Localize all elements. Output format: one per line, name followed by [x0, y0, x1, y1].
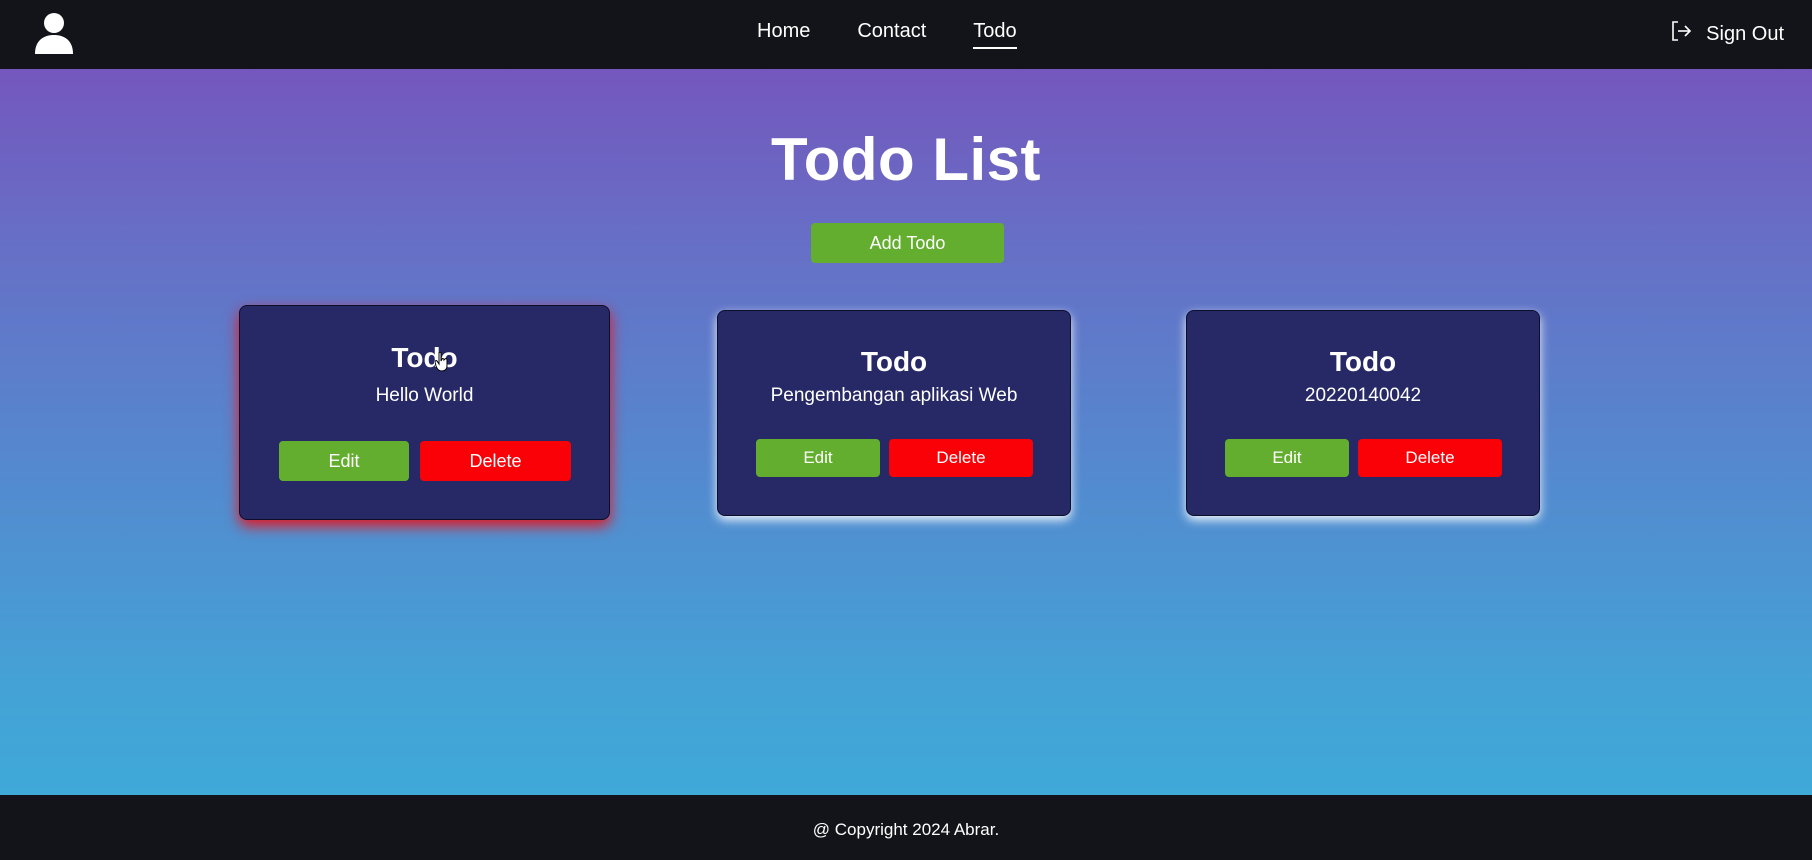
main-content: Todo List Add Todo Todo Hello World Edit…	[0, 69, 1812, 795]
nav-link-home[interactable]: Home	[757, 20, 810, 49]
edit-button[interactable]: Edit	[756, 439, 880, 477]
delete-button[interactable]: Delete	[1358, 439, 1502, 477]
sign-out-label: Sign Out	[1706, 22, 1784, 45]
add-todo-button[interactable]: Add Todo	[811, 223, 1004, 263]
copyright-text: @ Copyright 2024 Abrar.	[812, 820, 1000, 839]
edit-button[interactable]: Edit	[1225, 439, 1349, 477]
hand-cursor-icon	[435, 352, 448, 372]
page-title: Todo List	[771, 126, 1041, 193]
todo-card: Todo Hello World Edit Delete	[239, 305, 610, 520]
edit-button[interactable]: Edit	[279, 441, 409, 481]
todo-card: Todo Pengembangan aplikasi Web Edit Dele…	[717, 310, 1071, 516]
todo-card-title: Todo	[1329, 346, 1397, 377]
delete-button[interactable]: Delete	[420, 441, 571, 481]
nav-link-todo[interactable]: Todo	[973, 20, 1017, 49]
sign-out-button[interactable]: Sign Out	[1670, 20, 1784, 48]
todo-card-title: Todo	[860, 346, 928, 377]
todo-card: Todo 20220140042 Edit Delete	[1186, 310, 1540, 516]
todo-card-text: Hello World	[375, 385, 474, 406]
nav-link-contact[interactable]: Contact	[857, 20, 926, 49]
todo-card-title: Todo	[391, 342, 458, 373]
user-icon[interactable]	[34, 12, 74, 54]
sign-out-icon	[1670, 20, 1692, 48]
todo-card-text: 20220140042	[1304, 385, 1422, 406]
todo-card-text: Pengembangan aplikasi Web	[770, 385, 1018, 406]
delete-button[interactable]: Delete	[889, 439, 1033, 477]
footer: @ Copyright 2024 Abrar.	[0, 795, 1812, 860]
navbar: Home Contact Todo Sign Out	[0, 0, 1812, 69]
nav-links: Home Contact Todo	[757, 20, 1017, 49]
